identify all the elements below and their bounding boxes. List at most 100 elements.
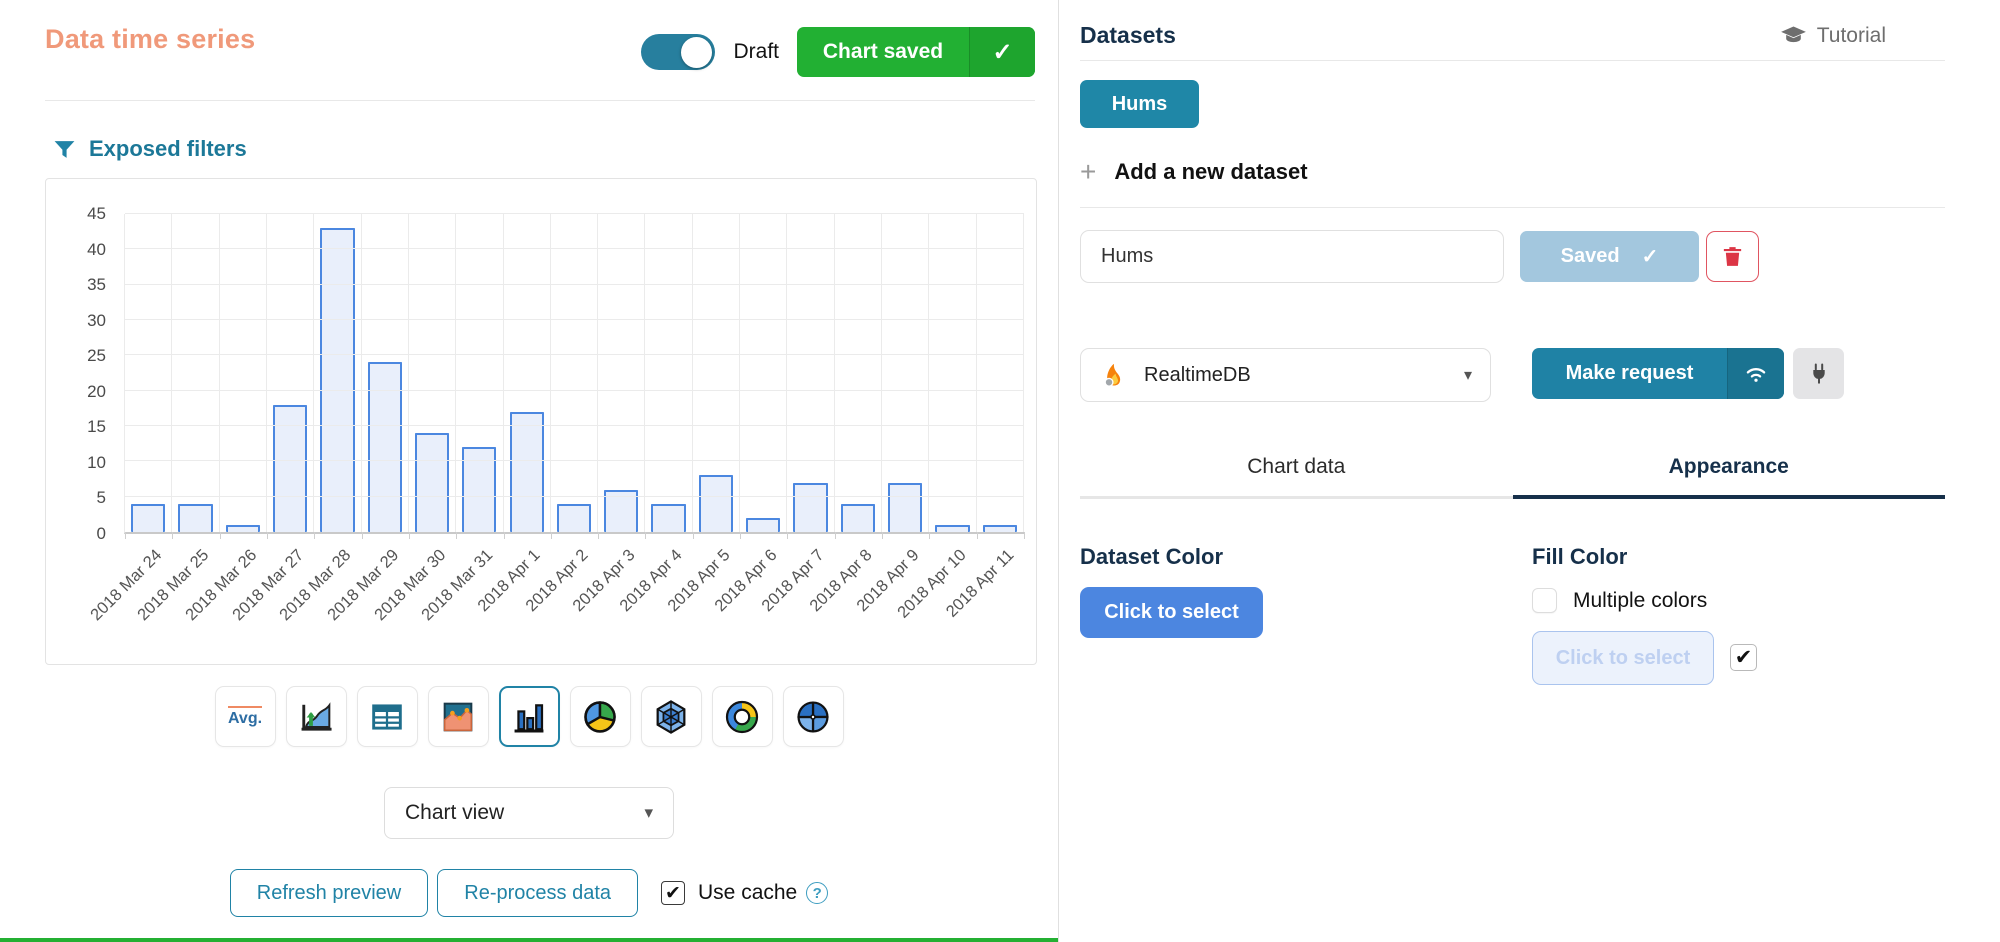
bar-slot (267, 214, 314, 532)
chevron-down-icon: ▾ (644, 803, 653, 823)
chevron-down-icon: ▾ (1464, 365, 1472, 385)
dataset-tabs: Chart data Appearance (1080, 455, 1945, 499)
bar-2018-mar-27[interactable] (273, 405, 307, 532)
bar-2018-apr-8[interactable] (841, 504, 875, 532)
refresh-preview-button[interactable]: Refresh preview (230, 869, 429, 917)
chart-type-radar-chart[interactable] (641, 686, 702, 747)
bar-2018-mar-25[interactable] (178, 504, 212, 532)
fill-color-title: Fill Color (1532, 544, 1627, 570)
bar-2018-apr-4[interactable] (651, 504, 685, 532)
bar-2018-apr-11[interactable] (983, 525, 1017, 532)
dataset-color-select-button[interactable]: Click to select (1080, 587, 1263, 638)
bar-slot (787, 214, 834, 532)
gridline (125, 496, 1024, 497)
bar-2018-mar-26[interactable] (226, 525, 260, 532)
tutorial-link[interactable]: Tutorial (1780, 22, 1886, 49)
chart-type-pie-chart[interactable] (570, 686, 631, 747)
chart-type-doughnut-chart[interactable] (712, 686, 773, 747)
bar-chart-icon (509, 697, 549, 737)
preview-actions: Refresh preview Re-process data ✔ Use ca… (0, 869, 1058, 917)
exposed-filters[interactable]: Exposed filters (52, 136, 247, 162)
dataset-section-divider (1080, 207, 1945, 208)
y-axis-labels: 051015202530354045 (54, 214, 116, 534)
bar-slot (314, 214, 361, 532)
connection-dropdown[interactable]: RealtimeDB ▾ (1080, 348, 1491, 402)
check-icon: ✓ (969, 27, 1035, 77)
radar-chart-icon (651, 697, 691, 737)
trash-icon (1720, 244, 1745, 269)
bar-2018-apr-9[interactable] (888, 483, 922, 532)
tutorial-label: Tutorial (1817, 24, 1886, 48)
bar-2018-apr-1[interactable] (510, 412, 544, 532)
tab-appearance[interactable]: Appearance (1513, 455, 1946, 499)
check-icon: ✓ (1642, 244, 1659, 269)
header-controls: Draft Chart saved ✓ (641, 27, 1035, 77)
connection-plug-button[interactable] (1793, 348, 1844, 399)
chart-type-kpi-growth[interactable] (286, 686, 347, 747)
gridline (125, 354, 1024, 355)
chart-type-selector: Avg. (0, 686, 1058, 747)
bar-2018-mar-28[interactable] (320, 228, 354, 532)
chart-type-bar-chart[interactable] (499, 686, 560, 747)
exposed-filters-label: Exposed filters (89, 136, 247, 162)
gridline (125, 425, 1024, 426)
make-request-button[interactable]: Make request (1532, 348, 1784, 399)
tab-chart-data[interactable]: Chart data (1080, 455, 1513, 499)
bar-slot (220, 214, 267, 532)
bar-slot (125, 214, 172, 532)
bar-slot (882, 214, 929, 532)
chart-view-dropdown[interactable]: Chart view ▾ (384, 787, 674, 839)
bar-2018-apr-10[interactable] (935, 525, 969, 532)
delete-dataset-button[interactable] (1706, 231, 1759, 282)
page-title: Data time series (45, 24, 255, 55)
bar-2018-apr-2[interactable] (557, 504, 591, 532)
chart-type-table[interactable] (357, 686, 418, 747)
bar-chart-plot: 2018 Mar 242018 Mar 252018 Mar 262018 Ma… (124, 214, 1024, 534)
add-dataset-label: Add a new dataset (1114, 159, 1307, 185)
fill-color-enabled-checkbox[interactable]: ✔ (1730, 644, 1757, 671)
chart-saved-label: Chart saved (797, 27, 969, 77)
chart-type-average[interactable]: Avg. (215, 686, 276, 747)
pie-chart-icon (580, 697, 620, 737)
x-axis-labels: 2018 Mar 242018 Mar 252018 Mar 262018 Ma… (125, 532, 1024, 657)
draft-label: Draft (733, 40, 779, 64)
view-row: Chart view ▾ (0, 787, 1058, 839)
y-tick-label: 10 (54, 453, 106, 473)
gridline (125, 213, 1024, 214)
bar-2018-apr-6[interactable] (746, 518, 780, 532)
bar-2018-mar-30[interactable] (415, 433, 449, 532)
connection-value: RealtimeDB (1144, 364, 1251, 387)
header-divider (45, 100, 1035, 101)
chart-preview-panel: Data time series Draft Chart saved ✓ Exp… (0, 0, 1058, 942)
fill-color-select-button[interactable]: Click to select (1532, 631, 1714, 685)
add-dataset-button[interactable]: + Add a new dataset (1080, 158, 1308, 186)
dataset-chip-hums[interactable]: Hums (1080, 80, 1199, 128)
multiple-colors-checkbox[interactable] (1532, 588, 1557, 613)
wifi-icon (1727, 348, 1784, 399)
draft-toggle[interactable] (641, 34, 715, 70)
bar-slot (504, 214, 551, 532)
table-icon (367, 697, 407, 737)
datasets-panel: Datasets Tutorial Hums + Add a new datas… (1059, 0, 2000, 942)
chart-saved-button[interactable]: Chart saved ✓ (797, 27, 1035, 77)
y-tick-label: 20 (54, 382, 106, 402)
bar-slot (456, 214, 503, 532)
bar-2018-mar-29[interactable] (368, 362, 402, 532)
chart-type-polar-chart[interactable] (783, 686, 844, 747)
chart-view-value: Chart view (405, 801, 504, 825)
bar-2018-mar-24[interactable] (131, 504, 165, 532)
dataset-name-input[interactable] (1080, 230, 1504, 283)
chart-type-area-chart[interactable] (428, 686, 489, 747)
use-cache-checkbox[interactable]: ✔ (661, 881, 685, 905)
bar-slot (977, 214, 1024, 532)
use-cache-label: Use cache (698, 881, 797, 905)
bar-2018-apr-5[interactable] (699, 475, 733, 532)
multiple-colors-row: Multiple colors (1532, 588, 1707, 613)
gridline (125, 390, 1024, 391)
bar-2018-apr-7[interactable] (793, 483, 827, 532)
y-tick-label: 35 (54, 275, 106, 295)
help-icon[interactable]: ? (806, 882, 828, 904)
save-dataset-button[interactable]: Saved ✓ (1520, 231, 1699, 282)
reprocess-data-button[interactable]: Re-process data (437, 869, 638, 917)
saved-label: Saved (1561, 245, 1620, 268)
